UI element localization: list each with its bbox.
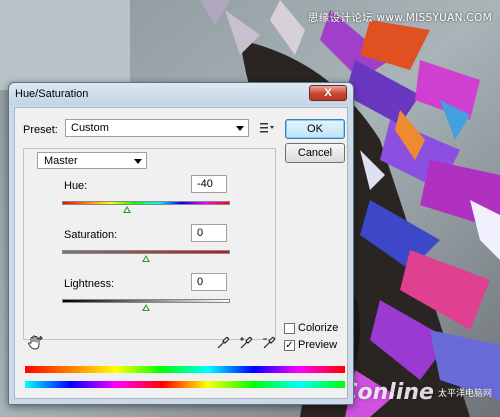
lightness-slider-track[interactable]: [62, 299, 230, 303]
watermark-top: 思缘设计论坛 www.MISSYUAN.COM: [308, 12, 492, 24]
output-color-bar: [25, 381, 345, 388]
saturation-value: 0: [197, 227, 204, 239]
saturation-label: Saturation:: [64, 229, 118, 241]
saturation-slider-thumb[interactable]: [142, 255, 150, 262]
cancel-button[interactable]: Cancel: [285, 143, 345, 163]
ok-button[interactable]: OK: [285, 119, 345, 139]
saturation-input[interactable]: 0: [191, 224, 227, 242]
check-icon: ✓: [285, 340, 294, 351]
brand-cn: 太平洋电脑网: [438, 388, 492, 398]
hue-slider-track[interactable]: [62, 201, 230, 205]
preset-label: Preset:: [23, 124, 58, 136]
input-color-bar: [25, 366, 345, 373]
saturation-slider-track[interactable]: [62, 250, 230, 254]
eyedropper-plus-icon[interactable]: [239, 336, 253, 350]
channel-value: Master: [44, 155, 78, 167]
lightness-slider-thumb[interactable]: [142, 304, 150, 311]
close-button[interactable]: X: [309, 85, 347, 101]
chevron-down-icon: [236, 126, 244, 131]
brand-cn-line1: 太平洋电脑网: [437, 387, 492, 398]
preset-options-icon[interactable]: [260, 122, 274, 134]
colorize-checkbox[interactable]: [284, 323, 295, 334]
lightness-label: Lightness:: [64, 278, 115, 290]
preview-label: Preview: [298, 339, 338, 351]
close-icon: X: [324, 87, 332, 99]
chevron-down-icon: [134, 159, 142, 164]
hue-label: Hue:: [64, 180, 88, 192]
hue-slider-thumb[interactable]: [123, 206, 132, 213]
preset-dropdown[interactable]: Custom: [65, 119, 249, 137]
dialog-titlebar[interactable]: Hue/Saturation X: [9, 83, 353, 105]
hand-tool-icon[interactable]: [27, 334, 43, 350]
eyedropper-icon[interactable]: [216, 336, 230, 350]
dialog-title: Hue/Saturation: [15, 88, 89, 100]
lightness-value: 0: [197, 276, 204, 288]
hue-input[interactable]: -40: [191, 175, 227, 193]
lightness-input[interactable]: 0: [191, 273, 227, 291]
preset-value: Custom: [71, 122, 109, 134]
eyedropper-minus-icon[interactable]: [262, 336, 276, 350]
hue-value: -40: [197, 178, 213, 190]
dialog-client: Preset: Custom OK Cancel Master Hue: -40…: [14, 107, 348, 399]
adjustment-group: [23, 148, 276, 340]
preview-checkbox[interactable]: ✓: [284, 340, 295, 351]
colorize-label: Colorize: [298, 322, 339, 334]
channel-dropdown[interactable]: Master: [37, 152, 147, 169]
hue-saturation-dialog: Hue/Saturation X Preset: Custom OK Cance…: [8, 82, 354, 405]
